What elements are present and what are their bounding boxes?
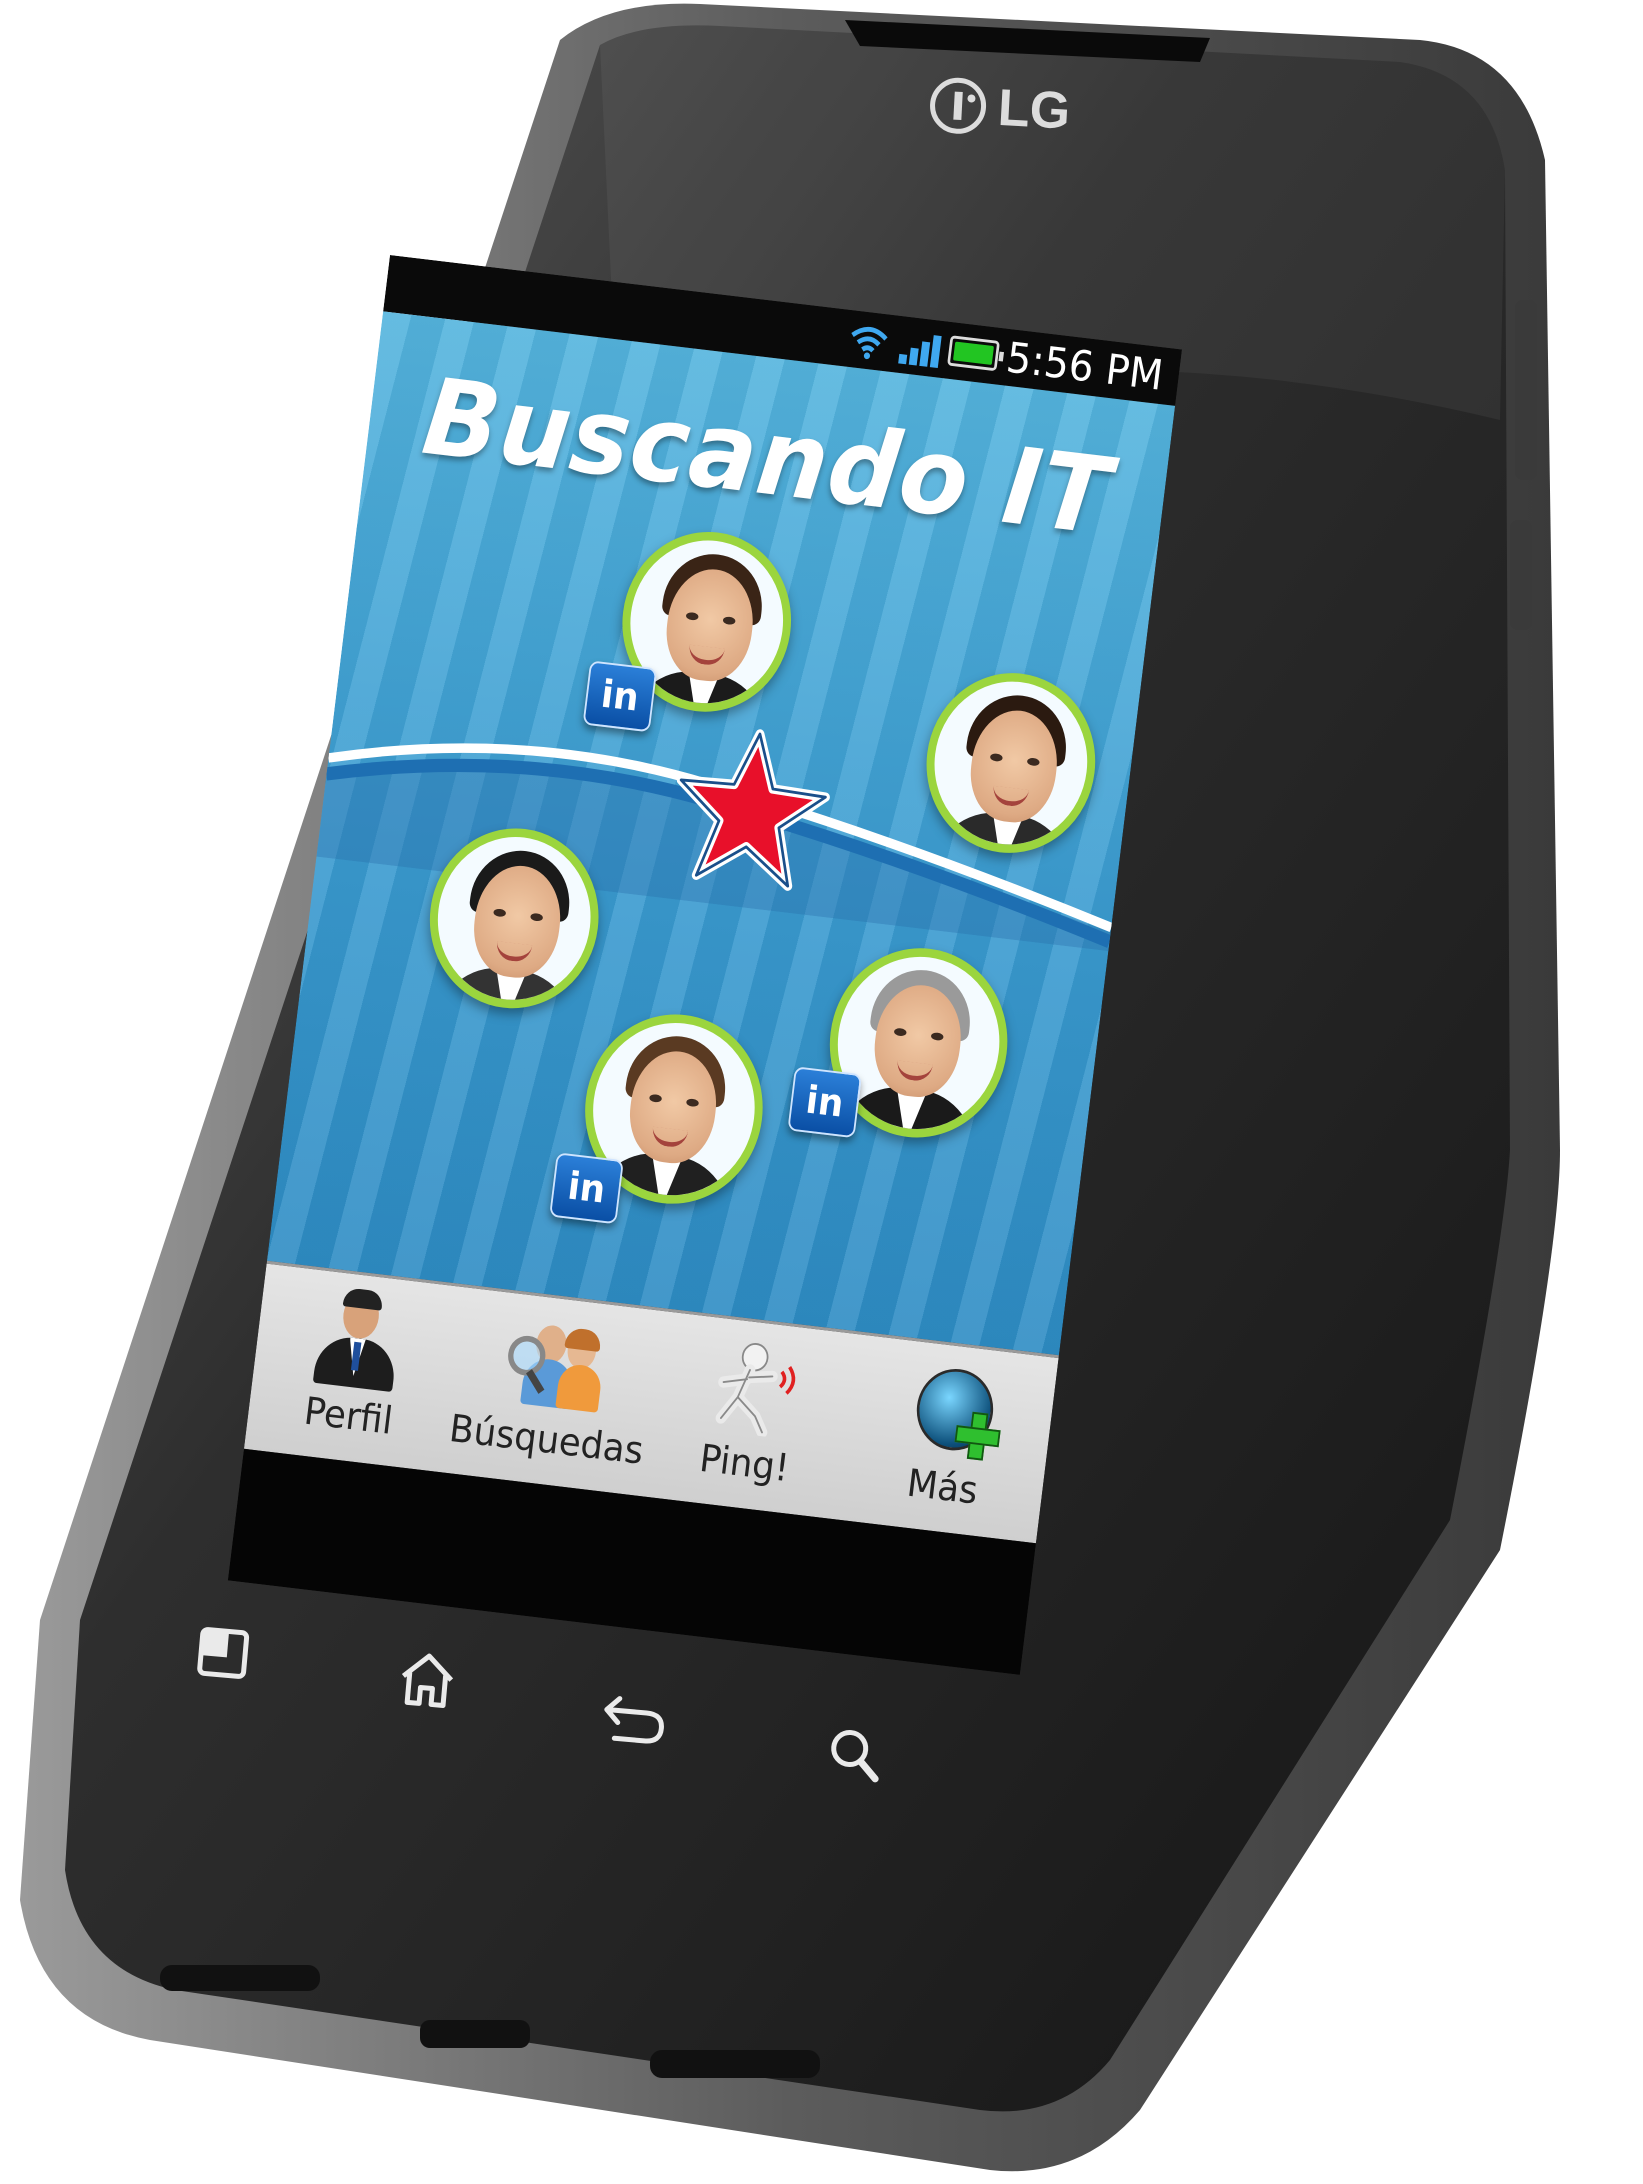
nav-label-mas: Más <box>904 1461 981 1514</box>
signal-icon <box>895 325 942 369</box>
nav-item-perfil[interactable]: Perfil <box>258 1283 452 1449</box>
linkedin-icon[interactable]: in <box>549 1152 624 1225</box>
nav-item-ping[interactable]: Ping! <box>654 1330 848 1496</box>
lg-logo-icon <box>928 76 988 136</box>
brand-logo: LG <box>928 74 1072 141</box>
wifi-icon <box>846 319 891 361</box>
back-icon[interactable] <box>598 1687 673 1753</box>
center-star-icon[interactable] <box>661 719 839 901</box>
business-man-icon <box>304 1287 412 1394</box>
linkedin-icon[interactable]: in <box>787 1066 863 1139</box>
nav-label-busquedas: Búsquedas <box>447 1406 646 1474</box>
nav-item-busquedas[interactable]: Búsquedas <box>447 1306 650 1473</box>
phone-screen: 5:56 PM Buscando IT in in in Perfil Búsq… <box>227 255 1183 1675</box>
search-icon[interactable] <box>822 1723 887 1792</box>
people-search-icon <box>502 1311 610 1417</box>
radar-plus-icon <box>898 1358 1006 1464</box>
nav-label-ping: Ping! <box>697 1436 792 1491</box>
battery-icon <box>946 335 1000 372</box>
linkedin-icon[interactable]: in <box>582 660 658 733</box>
brand-name: LG <box>996 78 1072 141</box>
home-icon[interactable] <box>392 1647 461 1716</box>
menu-icon[interactable] <box>192 1623 253 1688</box>
nav-item-mas[interactable]: Más <box>852 1354 1046 1520</box>
running-figure-icon <box>700 1335 808 1441</box>
nav-label-perfil: Perfil <box>301 1389 396 1444</box>
app-main-area: Buscando IT in in in <box>266 311 1176 1356</box>
